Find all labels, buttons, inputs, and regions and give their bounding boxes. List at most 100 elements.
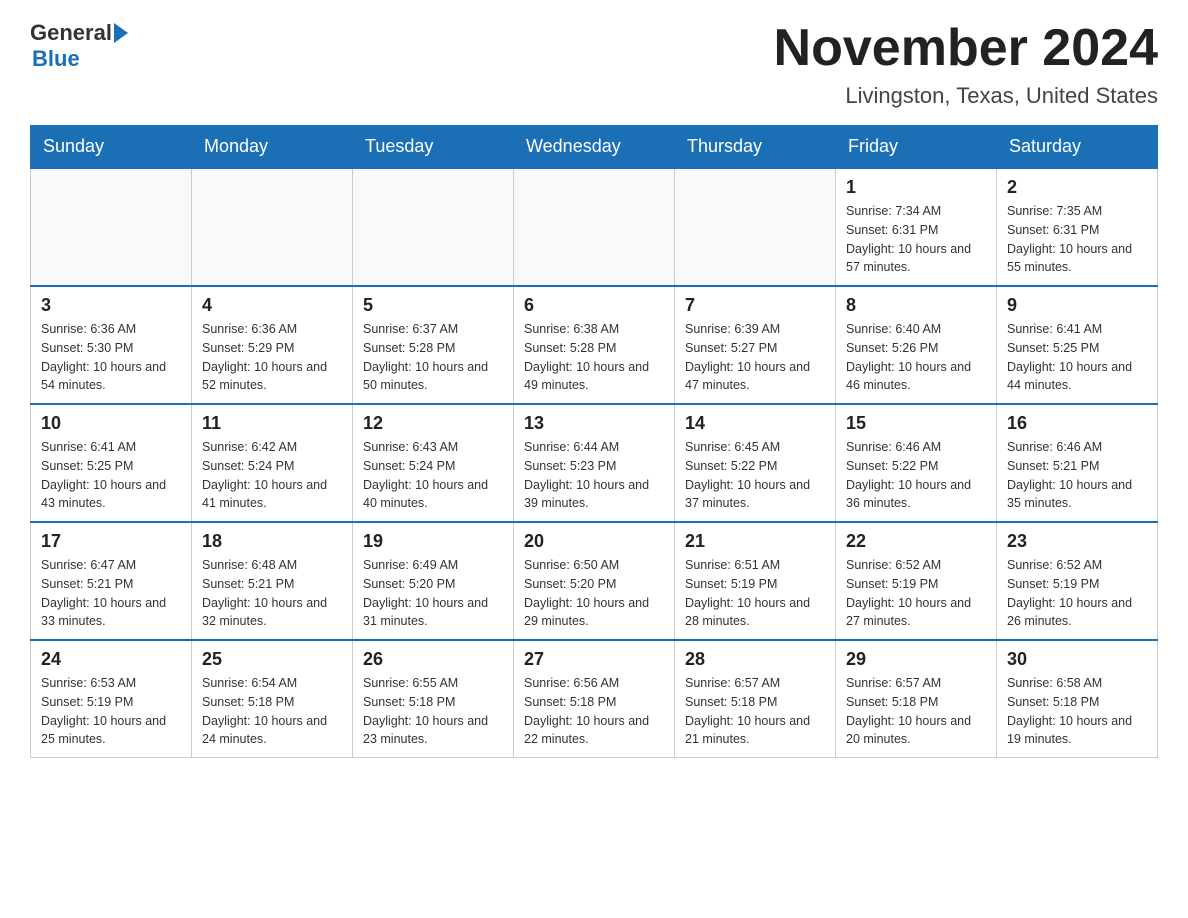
day-info: Sunrise: 6:41 AM Sunset: 5:25 PM Dayligh… — [41, 438, 181, 513]
header-tuesday: Tuesday — [353, 126, 514, 169]
calendar-table: Sunday Monday Tuesday Wednesday Thursday… — [30, 125, 1158, 758]
header-friday: Friday — [836, 126, 997, 169]
table-row: 17 Sunrise: 6:47 AM Sunset: 5:21 PM Dayli… — [31, 522, 192, 640]
table-row: 8 Sunrise: 6:40 AM Sunset: 5:26 PM Daylig… — [836, 286, 997, 404]
day-info: Sunrise: 6:47 AM Sunset: 5:21 PM Dayligh… — [41, 556, 181, 631]
header-wednesday: Wednesday — [514, 126, 675, 169]
table-row: 19 Sunrise: 6:49 AM Sunset: 5:20 PM Dayli… — [353, 522, 514, 640]
calendar-week-row: 17 Sunrise: 6:47 AM Sunset: 5:21 PM Dayli… — [31, 522, 1158, 640]
day-info: Sunrise: 6:41 AM Sunset: 5:25 PM Dayligh… — [1007, 320, 1147, 395]
day-info: Sunrise: 6:46 AM Sunset: 5:22 PM Dayligh… — [846, 438, 986, 513]
day-number: 1 — [846, 177, 986, 198]
day-number: 27 — [524, 649, 664, 670]
day-info: Sunrise: 6:57 AM Sunset: 5:18 PM Dayligh… — [846, 674, 986, 749]
table-row: 14 Sunrise: 6:45 AM Sunset: 5:22 PM Dayli… — [675, 404, 836, 522]
logo-blue-text: Blue — [30, 46, 80, 72]
table-row: 21 Sunrise: 6:51 AM Sunset: 5:19 PM Dayli… — [675, 522, 836, 640]
day-number: 25 — [202, 649, 342, 670]
day-number: 14 — [685, 413, 825, 434]
day-info: Sunrise: 6:52 AM Sunset: 5:19 PM Dayligh… — [1007, 556, 1147, 631]
table-row: 23 Sunrise: 6:52 AM Sunset: 5:19 PM Dayli… — [997, 522, 1158, 640]
day-info: Sunrise: 6:42 AM Sunset: 5:24 PM Dayligh… — [202, 438, 342, 513]
table-row: 1 Sunrise: 7:34 AM Sunset: 6:31 PM Daylig… — [836, 168, 997, 286]
day-number: 11 — [202, 413, 342, 434]
table-row — [514, 168, 675, 286]
header-sunday: Sunday — [31, 126, 192, 169]
day-number: 28 — [685, 649, 825, 670]
table-row: 9 Sunrise: 6:41 AM Sunset: 5:25 PM Daylig… — [997, 286, 1158, 404]
day-info: Sunrise: 6:38 AM Sunset: 5:28 PM Dayligh… — [524, 320, 664, 395]
table-row: 30Sunrise: 6:58 AM Sunset: 5:18 PM Dayli… — [997, 640, 1158, 758]
day-number: 19 — [363, 531, 503, 552]
day-info: Sunrise: 6:48 AM Sunset: 5:21 PM Dayligh… — [202, 556, 342, 631]
day-info: Sunrise: 6:58 AM Sunset: 5:18 PM Dayligh… — [1007, 674, 1147, 749]
table-row — [192, 168, 353, 286]
day-number: 23 — [1007, 531, 1147, 552]
header-thursday: Thursday — [675, 126, 836, 169]
day-number: 4 — [202, 295, 342, 316]
day-number: 21 — [685, 531, 825, 552]
table-row: 26Sunrise: 6:55 AM Sunset: 5:18 PM Dayli… — [353, 640, 514, 758]
table-row: 6 Sunrise: 6:38 AM Sunset: 5:28 PM Daylig… — [514, 286, 675, 404]
table-row: 10 Sunrise: 6:41 AM Sunset: 5:25 PM Dayli… — [31, 404, 192, 522]
page-header: General Blue November 2024 Livingston, T… — [30, 20, 1158, 109]
day-number: 12 — [363, 413, 503, 434]
table-row: 4 Sunrise: 6:36 AM Sunset: 5:29 PM Daylig… — [192, 286, 353, 404]
day-number: 24 — [41, 649, 181, 670]
day-number: 8 — [846, 295, 986, 316]
table-row: 2 Sunrise: 7:35 AM Sunset: 6:31 PM Daylig… — [997, 168, 1158, 286]
calendar-week-row: 10 Sunrise: 6:41 AM Sunset: 5:25 PM Dayli… — [31, 404, 1158, 522]
table-row: 25 Sunrise: 6:54 AM Sunset: 5:18 PM Dayli… — [192, 640, 353, 758]
day-number: 29 — [846, 649, 986, 670]
table-row: 24 Sunrise: 6:53 AM Sunset: 5:19 PM Dayli… — [31, 640, 192, 758]
day-number: 18 — [202, 531, 342, 552]
table-row — [31, 168, 192, 286]
table-row: 16 Sunrise: 6:46 AM Sunset: 5:21 PM Dayli… — [997, 404, 1158, 522]
table-row — [353, 168, 514, 286]
day-info: Sunrise: 6:51 AM Sunset: 5:19 PM Dayligh… — [685, 556, 825, 631]
day-info: Sunrise: 6:43 AM Sunset: 5:24 PM Dayligh… — [363, 438, 503, 513]
calendar-week-row: 1 Sunrise: 7:34 AM Sunset: 6:31 PM Daylig… — [31, 168, 1158, 286]
header-monday: Monday — [192, 126, 353, 169]
month-year-title: November 2024 — [774, 20, 1158, 77]
day-number: 7 — [685, 295, 825, 316]
day-info: Sunrise: 7:35 AM Sunset: 6:31 PM Dayligh… — [1007, 202, 1147, 277]
title-section: November 2024 Livingston, Texas, United … — [774, 20, 1158, 109]
table-row: 3 Sunrise: 6:36 AM Sunset: 5:30 PM Daylig… — [31, 286, 192, 404]
day-number: 2 — [1007, 177, 1147, 198]
day-number: 16 — [1007, 413, 1147, 434]
table-row — [675, 168, 836, 286]
table-row: 11 Sunrise: 6:42 AM Sunset: 5:24 PM Dayli… — [192, 404, 353, 522]
day-info: Sunrise: 6:54 AM Sunset: 5:18 PM Dayligh… — [202, 674, 342, 749]
day-number: 3 — [41, 295, 181, 316]
table-row: 27Sunrise: 6:56 AM Sunset: 5:18 PM Dayli… — [514, 640, 675, 758]
day-info: Sunrise: 7:34 AM Sunset: 6:31 PM Dayligh… — [846, 202, 986, 277]
day-number: 20 — [524, 531, 664, 552]
day-info: Sunrise: 6:39 AM Sunset: 5:27 PM Dayligh… — [685, 320, 825, 395]
day-info: Sunrise: 6:50 AM Sunset: 5:20 PM Dayligh… — [524, 556, 664, 631]
day-info: Sunrise: 6:46 AM Sunset: 5:21 PM Dayligh… — [1007, 438, 1147, 513]
day-info: Sunrise: 6:40 AM Sunset: 5:26 PM Dayligh… — [846, 320, 986, 395]
day-info: Sunrise: 6:53 AM Sunset: 5:19 PM Dayligh… — [41, 674, 181, 749]
location-label: Livingston, Texas, United States — [774, 83, 1158, 109]
day-number: 9 — [1007, 295, 1147, 316]
day-info: Sunrise: 6:49 AM Sunset: 5:20 PM Dayligh… — [363, 556, 503, 631]
calendar-header-row: Sunday Monday Tuesday Wednesday Thursday… — [31, 126, 1158, 169]
day-info: Sunrise: 6:36 AM Sunset: 5:29 PM Dayligh… — [202, 320, 342, 395]
logo-arrow-icon — [114, 23, 128, 43]
day-info: Sunrise: 6:45 AM Sunset: 5:22 PM Dayligh… — [685, 438, 825, 513]
calendar-week-row: 24 Sunrise: 6:53 AM Sunset: 5:19 PM Dayli… — [31, 640, 1158, 758]
day-number: 6 — [524, 295, 664, 316]
table-row: 12 Sunrise: 6:43 AM Sunset: 5:24 PM Dayli… — [353, 404, 514, 522]
day-number: 10 — [41, 413, 181, 434]
day-number: 15 — [846, 413, 986, 434]
table-row: 28Sunrise: 6:57 AM Sunset: 5:18 PM Dayli… — [675, 640, 836, 758]
day-info: Sunrise: 6:37 AM Sunset: 5:28 PM Dayligh… — [363, 320, 503, 395]
day-number: 17 — [41, 531, 181, 552]
day-info: Sunrise: 6:36 AM Sunset: 5:30 PM Dayligh… — [41, 320, 181, 395]
logo: General Blue — [30, 20, 130, 72]
day-info: Sunrise: 6:55 AM Sunset: 5:18 PM Dayligh… — [363, 674, 503, 749]
table-row: 15 Sunrise: 6:46 AM Sunset: 5:22 PM Dayli… — [836, 404, 997, 522]
day-info: Sunrise: 6:44 AM Sunset: 5:23 PM Dayligh… — [524, 438, 664, 513]
calendar-week-row: 3 Sunrise: 6:36 AM Sunset: 5:30 PM Daylig… — [31, 286, 1158, 404]
